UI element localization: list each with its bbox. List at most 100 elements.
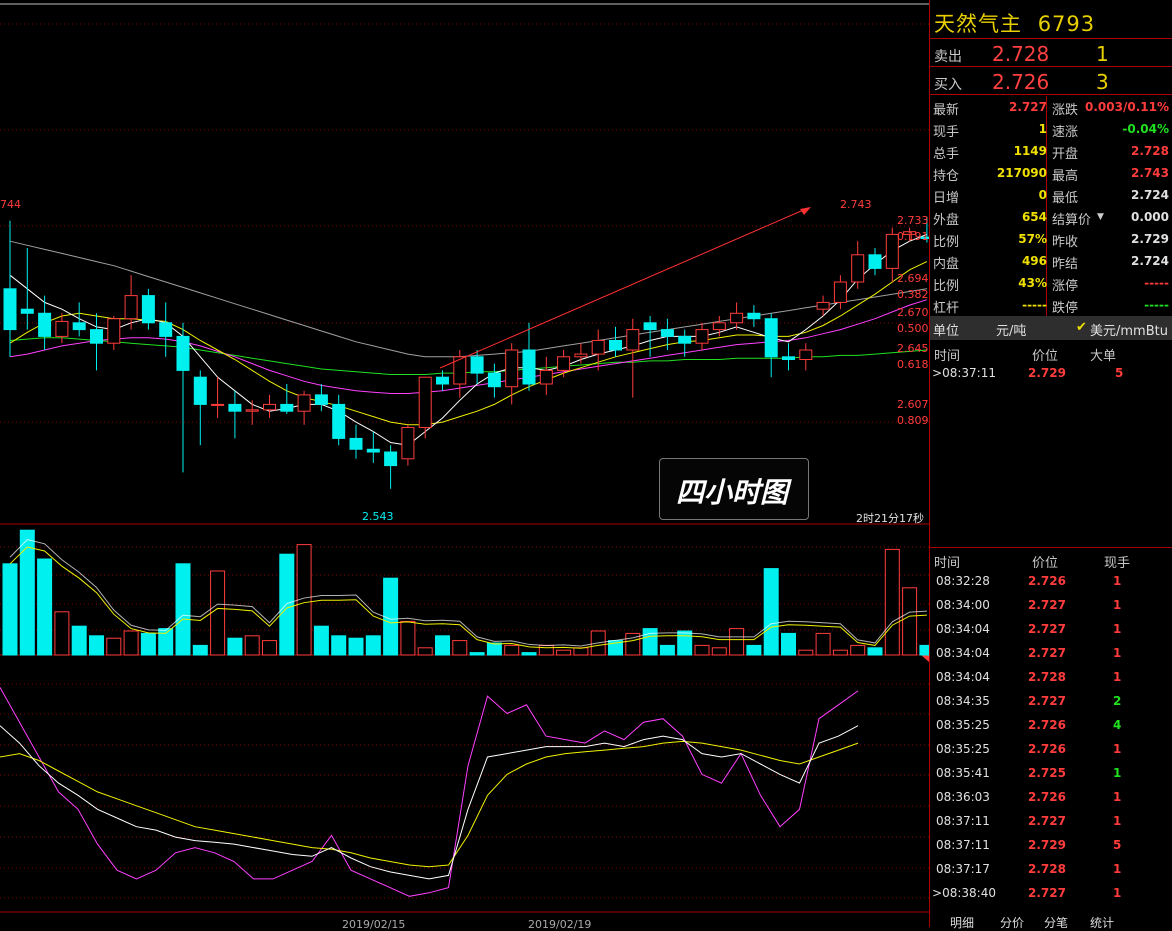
stat-label: 内盘 bbox=[933, 257, 960, 272]
tick-row[interactable]: 08:37:11 2.729 5 bbox=[930, 834, 1172, 858]
unit-option-yuan[interactable]: 元/吨 bbox=[996, 320, 1026, 339]
tick-row[interactable]: 08:37:17 2.728 1 bbox=[930, 858, 1172, 882]
tick-time: 08:37:11 bbox=[936, 838, 990, 852]
tick-time: 08:35:25 bbox=[936, 742, 990, 756]
volume-bar bbox=[123, 630, 139, 656]
unit-option-usd[interactable]: 美元/mmBtu bbox=[1090, 320, 1168, 339]
buy-row[interactable]: 买入 2.726 3 bbox=[930, 66, 1172, 94]
candle-body bbox=[505, 349, 519, 388]
tick-price: 2.725 bbox=[1028, 766, 1066, 780]
volume-bar bbox=[37, 558, 53, 656]
volume-bar bbox=[227, 637, 243, 656]
watermark-text: 四小时图 bbox=[676, 476, 789, 509]
tick-row[interactable]: >08:38:40 2.727 1 bbox=[930, 882, 1172, 906]
volume-bar bbox=[279, 553, 295, 656]
tick-time: 08:35:25 bbox=[936, 718, 990, 732]
volume-bar bbox=[383, 577, 399, 656]
tab-detail[interactable]: 明细 bbox=[950, 914, 974, 931]
tick-row[interactable]: 08:34:00 2.727 1 bbox=[930, 594, 1172, 618]
tick-row[interactable]: 08:35:25 2.726 1 bbox=[930, 738, 1172, 762]
tick-time: >08:38:40 bbox=[932, 886, 996, 900]
tick-time-text: 08:34:35 bbox=[936, 694, 990, 708]
volume-bar bbox=[556, 649, 572, 656]
big-order-row[interactable]: >08:37:11 2.729 5 bbox=[930, 362, 1172, 386]
stat-value: 2.728 bbox=[1131, 144, 1169, 158]
countdown-label: 2时21分17秒 bbox=[856, 512, 924, 525]
tick-row[interactable]: 08:34:04 2.727 1 bbox=[930, 642, 1172, 666]
stat-value: 1149 bbox=[1013, 144, 1047, 158]
volume-bar bbox=[867, 647, 883, 656]
stat-value: 0.003/0.11% bbox=[1085, 100, 1169, 114]
tick-row[interactable]: 08:34:04 2.727 1 bbox=[930, 618, 1172, 642]
tab-stats[interactable]: 统计 bbox=[1090, 914, 1114, 931]
candle-body bbox=[522, 349, 536, 385]
tick-row[interactable]: 08:34:35 2.727 2 bbox=[930, 690, 1172, 714]
candle-body bbox=[591, 339, 605, 355]
tick-price: 2.729 bbox=[1028, 838, 1066, 852]
tick-vol: 1 bbox=[1113, 862, 1122, 876]
date-label-1: 2019/02/15 bbox=[342, 918, 406, 931]
volume-bar bbox=[729, 628, 745, 656]
volume-bar bbox=[2, 563, 18, 656]
stats-row: 最新 2.727 涨跌 0.003/0.11% bbox=[930, 96, 1172, 118]
volume-bar bbox=[348, 637, 364, 656]
tick-time-text: 08:34:00 bbox=[936, 598, 990, 612]
tick-vol: 1 bbox=[1113, 670, 1122, 684]
fib-ratio-label: 0.809 bbox=[897, 414, 929, 427]
volume-bar bbox=[832, 649, 848, 656]
tick-row[interactable]: 08:35:41 2.725 1 bbox=[930, 762, 1172, 786]
tick-row[interactable]: 08:37:11 2.727 1 bbox=[930, 810, 1172, 834]
stat-label: 比例 bbox=[933, 279, 960, 294]
candle-body bbox=[660, 329, 674, 337]
buy-label: 买入 bbox=[934, 77, 962, 93]
fib-price-label: 2.733 bbox=[897, 214, 929, 227]
candle-body bbox=[730, 312, 744, 324]
tick-price: 2.727 bbox=[1028, 814, 1066, 828]
tick-time: 08:35:41 bbox=[936, 766, 990, 780]
contract-code: 6793 bbox=[1037, 12, 1096, 36]
tick-time: 08:34:04 bbox=[936, 670, 990, 684]
volume-bar bbox=[902, 587, 918, 656]
stat-label: 昨结 bbox=[1052, 257, 1079, 272]
tab-tick[interactable]: 分笔 bbox=[1044, 914, 1068, 931]
volume-bar bbox=[850, 644, 866, 656]
volume-bar bbox=[781, 632, 796, 656]
stat-value: 654 bbox=[1021, 210, 1047, 224]
tick-vol: 1 bbox=[1113, 574, 1122, 588]
big-order-time: >08:37:11 bbox=[932, 366, 996, 380]
candle-body bbox=[349, 437, 363, 450]
tick-row[interactable]: 08:34:04 2.728 1 bbox=[930, 666, 1172, 690]
checkmark-icon[interactable]: ✔ bbox=[1076, 320, 1087, 335]
candle-body bbox=[418, 376, 432, 429]
fib-price-label: 2.607 bbox=[897, 398, 929, 411]
stats-row: 持仓 217090 最高 2.743 bbox=[930, 162, 1172, 184]
stat-value: 217090 bbox=[996, 166, 1047, 180]
tick-time-text: 08:32:28 bbox=[936, 574, 990, 588]
tab-price-level[interactable]: 分价 bbox=[1000, 914, 1024, 931]
tick-row[interactable]: 08:32:28 2.726 1 bbox=[930, 570, 1172, 594]
low-price-label: 2.543 bbox=[362, 510, 394, 523]
candle-body bbox=[609, 339, 622, 351]
cursor-marker bbox=[921, 655, 929, 662]
stats-row: 比例 57% 昨收 2.729 bbox=[930, 228, 1172, 250]
candle-body bbox=[816, 301, 830, 310]
tick-price: 2.726 bbox=[1028, 718, 1066, 732]
oscillator-j-line bbox=[0, 687, 859, 897]
tick-time-text: 08:37:11 bbox=[936, 838, 990, 852]
stats-row: 外盘 654 结算价 0.000 bbox=[930, 206, 1172, 228]
candle-body bbox=[851, 254, 865, 283]
tick-row[interactable]: 08:36:03 2.726 1 bbox=[930, 786, 1172, 810]
chevron-down-icon[interactable]: ▼ bbox=[1097, 212, 1104, 222]
stat-label: 速涨 bbox=[1052, 125, 1079, 140]
tick-price: 2.727 bbox=[1028, 598, 1066, 612]
tick-row[interactable]: 08:35:25 2.726 4 bbox=[930, 714, 1172, 738]
candle-body bbox=[868, 254, 882, 269]
stat-label: 持仓 bbox=[933, 169, 960, 184]
candle-body bbox=[747, 312, 761, 320]
tick-time: 08:34:00 bbox=[936, 598, 990, 612]
volume-bar bbox=[192, 644, 208, 656]
tick-vol: 4 bbox=[1113, 718, 1122, 732]
big-order-time-text: 08:37:11 bbox=[942, 366, 996, 380]
volume-bar bbox=[469, 652, 485, 656]
sell-row[interactable]: 卖出 2.728 1 bbox=[930, 38, 1172, 66]
